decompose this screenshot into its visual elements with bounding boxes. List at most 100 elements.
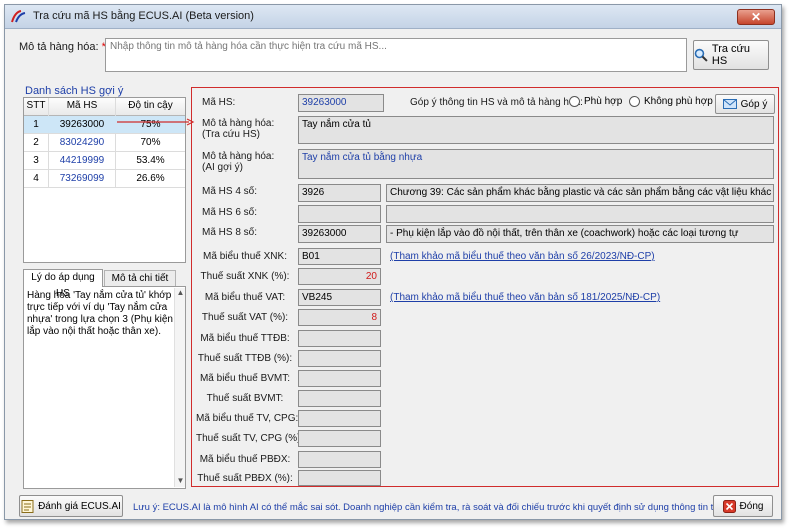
desc-ai-label: Mô tả hàng hóa: (AI gợi ý) (202, 151, 274, 173)
row-confidence: 70% (140, 137, 161, 148)
tax-vat-code-field[interactable]: VB245 (298, 289, 381, 306)
table-row[interactable]: 2 83024290 70% (24, 134, 185, 152)
tab-reason[interactable]: Lý do áp dụng HS (23, 269, 103, 299)
row-confidence: 26.6% (136, 173, 165, 184)
hs-list-title: Danh sách HS gợi ý (25, 85, 124, 97)
tax-xnk-reference-link[interactable]: (Tham khảo mã biểu thuế theo văn bản số … (390, 251, 655, 262)
search-hs-button-label: Tra cứu HS (711, 43, 751, 67)
row-confidence: 53.4% (136, 155, 165, 166)
bvmt-code-field[interactable] (298, 370, 381, 387)
hs4-description-field[interactable]: Chương 39: Các sản phẩm khác bằng plasti… (386, 184, 774, 202)
row-hs-code: 83024290 (59, 137, 105, 148)
tvcpg-rate-field[interactable] (298, 430, 381, 447)
scroll-up-icon[interactable]: ▲ (175, 288, 186, 299)
desc-lookup-field[interactable]: Tay nắm cửa tủ (298, 116, 774, 144)
pbdx-rate-field[interactable] (298, 470, 381, 486)
search-icon (694, 48, 708, 62)
radio-match-label: Phù hợp (584, 96, 623, 107)
hs-detail-panel: Mã HS: 39263000 Góp ý thông tin HS và mô… (191, 87, 779, 487)
app-logo-icon (11, 10, 26, 23)
ttdb-code-label: Mã biểu thuế TTĐB: (200, 333, 290, 344)
disclaimer-note: Lưu ý: ECUS.AI là mô hình AI có thể mắc … (133, 502, 730, 513)
description-label-text: Mô tả hàng hóa: (19, 41, 99, 53)
hs6-description-field[interactable] (386, 205, 774, 223)
scroll-down-icon[interactable]: ▼ (175, 476, 186, 487)
tax-xnk-rate-field[interactable]: 20 (298, 268, 381, 285)
hs4-label: Mã HS 4 số: (202, 186, 258, 197)
bvmt-code-label: Mã biểu thuế BVMT: (199, 373, 291, 384)
radio-nomatch[interactable]: Không phù hợp (629, 96, 713, 107)
description-label: Mô tả hàng hóa: * (19, 41, 106, 53)
reason-text: Hàng hóa 'Tay nắm cửa tủ' khớp trực tiếp… (27, 290, 173, 337)
evaluate-button[interactable]: Đánh giá ECUS.AI (19, 495, 123, 517)
tax-vat-reference-link[interactable]: (Tham khảo mã biểu thuế theo văn bản số … (390, 292, 660, 303)
description-input[interactable] (105, 38, 687, 72)
window-title: Tra cứu mã HS bằng ECUS.AI (Beta version… (33, 10, 254, 22)
desc-ai-field[interactable]: Tay nắm cửa tủ bằng nhựa (298, 149, 774, 179)
close-button[interactable]: Đóng (713, 495, 773, 517)
row-hs-code: 73269099 (59, 173, 105, 184)
feedback-button[interactable]: Góp ý (715, 94, 775, 114)
hs4-field[interactable]: 3926 (298, 184, 381, 202)
search-hs-button[interactable]: Tra cứu HS (693, 40, 769, 70)
tvcpg-code-field[interactable] (298, 410, 381, 427)
envelope-icon (722, 99, 737, 109)
hs8-field[interactable]: 39263000 (298, 225, 381, 243)
radio-nomatch-label: Không phù hợp (644, 96, 713, 107)
desc-lookup-label-line1: Mô tả hàng hóa: (202, 118, 275, 129)
tax-xnk-code-label: Mã biểu thuế XNK: (203, 251, 287, 262)
table-row[interactable]: 3 44219999 53.4% (24, 152, 185, 170)
lookup-window: Tra cứu mã HS bằng ECUS.AI (Beta version… (4, 4, 782, 520)
feedback-label: Góp ý thông tin HS và mô tả hàng hóa: (410, 97, 583, 108)
form-icon (21, 499, 34, 513)
tvcpg-code-label: Mã biểu thuế TV, CPG: (196, 413, 299, 424)
evaluate-button-label: Đánh giá ECUS.AI (38, 500, 121, 512)
tax-xnk-code-field[interactable]: B01 (298, 248, 381, 265)
row-hs-code: 39263000 (59, 119, 105, 130)
desc-ai-label-line2: (AI gợi ý) (202, 162, 244, 173)
bvmt-rate-label: Thuế suất BVMT: (206, 393, 284, 404)
ttdb-rate-label: Thuế suất TTĐB (%): (197, 353, 293, 364)
row-hs-code: 44219999 (59, 155, 105, 166)
hs8-description-field[interactable]: - Phụ kiện lắp vào đồ nội thất, trên thâ… (386, 225, 774, 243)
column-header-confidence[interactable]: Độ tin cậy (116, 100, 185, 111)
tax-xnk-rate-label: Thuế suất XNK (%): (200, 271, 290, 282)
radio-match-dot[interactable] (569, 96, 580, 107)
close-button-label: Đóng (739, 500, 764, 512)
hs-code-label: Mã HS: (202, 97, 236, 108)
tax-vat-rate-field[interactable]: 8 (298, 309, 381, 326)
window-close-button[interactable]: ✕ (737, 9, 775, 25)
close-icon (722, 499, 736, 513)
reason-scrollbar[interactable]: ▲ ▼ (174, 288, 185, 487)
row-stt: 4 (33, 173, 39, 184)
table-row[interactable]: 4 73269099 26.6% (24, 170, 185, 188)
desc-lookup-label: Mô tả hàng hóa: (Tra cứu HS) (202, 118, 274, 140)
hs8-label: Mã HS 8 số: (202, 227, 258, 238)
column-header-hs-code[interactable]: Mã HS (49, 100, 115, 111)
bvmt-rate-field[interactable] (298, 390, 381, 407)
tax-vat-code-label: Mã biểu thuế VAT: (204, 292, 286, 303)
tvcpg-rate-label: Thuế suất TV, CPG (%): (196, 433, 304, 444)
row-stt: 1 (33, 119, 39, 130)
row-stt: 3 (33, 155, 39, 166)
feedback-button-label: Góp ý (740, 98, 768, 110)
desc-ai-label-line1: Mô tả hàng hóa: (202, 151, 275, 162)
radio-nomatch-dot[interactable] (629, 96, 640, 107)
pbdx-code-field[interactable] (298, 451, 381, 468)
pbdx-code-label: Mã biểu thuế PBĐX: (199, 454, 291, 465)
radio-match[interactable]: Phù hợp (569, 96, 622, 107)
ttdb-code-field[interactable] (298, 330, 381, 347)
hs6-label: Mã HS 6 số: (202, 207, 258, 218)
pbdx-rate-label: Thuế suất PBĐX (%): (197, 473, 293, 484)
tab-detail[interactable]: Mô tả chi tiết HS (104, 270, 176, 300)
desc-lookup-label-line2: (Tra cứu HS) (202, 129, 260, 140)
row-stt: 2 (33, 137, 39, 148)
reason-panel: Hàng hóa 'Tay nắm cửa tủ' khớp trực tiếp… (23, 286, 186, 489)
hs6-field[interactable] (298, 205, 381, 223)
selection-connector-arrow (117, 118, 195, 126)
hs-code-field[interactable]: 39263000 (298, 94, 384, 112)
ttdb-rate-field[interactable] (298, 350, 381, 367)
column-header-stt[interactable]: STT (24, 100, 48, 111)
title-bar[interactable]: Tra cứu mã HS bằng ECUS.AI (Beta version… (5, 5, 781, 29)
tax-vat-rate-label: Thuế suất VAT (%): (201, 312, 289, 323)
